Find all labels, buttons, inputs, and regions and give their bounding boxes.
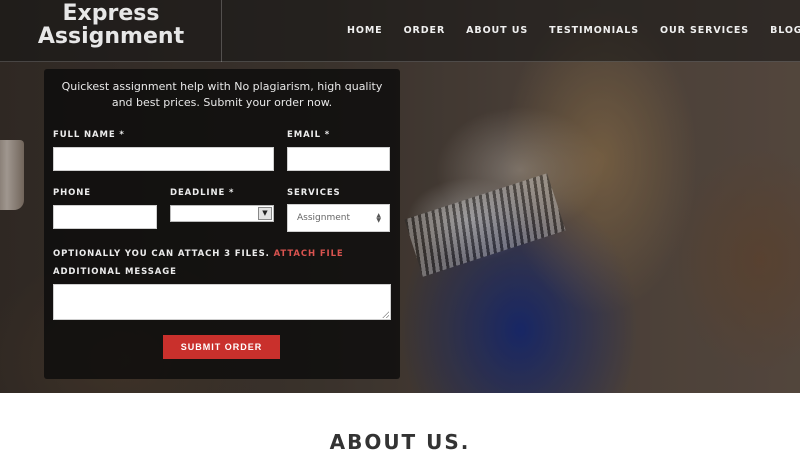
header-divider: [221, 0, 222, 62]
additional-message-label: ADDITIONAL MESSAGE: [53, 267, 177, 277]
dropdown-arrow-icon[interactable]: ▼: [258, 207, 272, 220]
resize-grip-icon[interactable]: [382, 311, 389, 318]
services-value: Assignment: [297, 213, 350, 223]
notebook-spiral-image: [404, 173, 566, 277]
email-label: EMAIL *: [287, 130, 331, 140]
order-form-panel: Quickest assignment help with No plagiar…: [44, 69, 400, 379]
about-us-heading: ABOUT US.: [329, 430, 471, 454]
site-header: Express Assignment HOME ORDER ABOUT US T…: [0, 0, 800, 62]
services-label: SERVICES: [287, 188, 341, 198]
additional-message-field[interactable]: [53, 284, 391, 320]
select-updown-icon: ▲ ▼: [376, 212, 381, 224]
attach-files-line: OPTIONALLY YOU CAN ATTACH 3 FILES. ATTAC…: [53, 249, 344, 259]
attach-files-text: OPTIONALLY YOU CAN ATTACH 3 FILES.: [53, 249, 270, 259]
nav-order[interactable]: ORDER: [404, 25, 446, 36]
nav-testimonials[interactable]: TESTIMONIALS: [549, 25, 639, 36]
brand-logo[interactable]: Express Assignment: [22, 2, 200, 48]
form-intro-text: Quickest assignment help with No plagiar…: [61, 80, 383, 109]
brand-line-2: Assignment: [37, 24, 185, 49]
nav-blog[interactable]: BLOG: [770, 25, 800, 36]
phone-field[interactable]: [53, 205, 157, 229]
submit-order-button[interactable]: SUBMIT ORDER: [163, 335, 280, 359]
brand-line-1: Express: [62, 1, 160, 26]
nav-home[interactable]: HOME: [347, 25, 383, 36]
deadline-select[interactable]: ▼: [170, 205, 274, 222]
attach-file-link[interactable]: ATTACH FILE: [274, 249, 344, 259]
email-field[interactable]: [287, 147, 390, 171]
coffee-cup-image: [0, 140, 24, 210]
services-select[interactable]: Assignment ▲ ▼: [287, 204, 390, 232]
nav-about-us[interactable]: ABOUT US: [466, 25, 528, 36]
main-nav: HOME ORDER ABOUT US TESTIMONIALS OUR SER…: [347, 25, 800, 36]
deadline-label: DEADLINE *: [170, 188, 235, 198]
full-name-label: FULL NAME *: [53, 130, 125, 140]
phone-label: PHONE: [53, 188, 91, 198]
full-name-field[interactable]: [53, 147, 274, 171]
nav-our-services[interactable]: OUR SERVICES: [660, 25, 749, 36]
